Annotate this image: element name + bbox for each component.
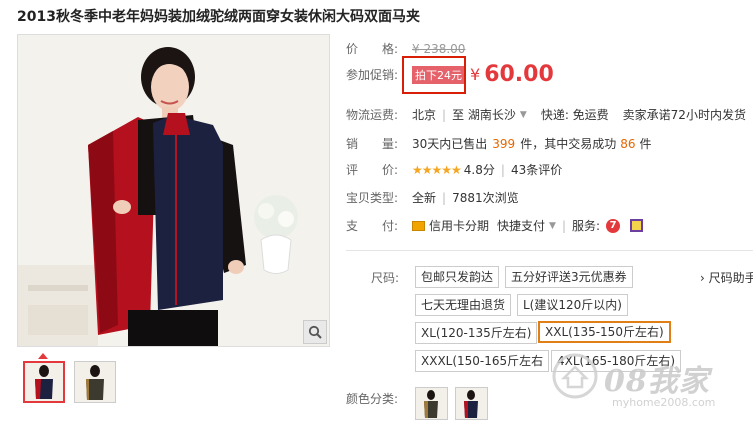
sales-middle: 件，其中交易成功: [520, 137, 617, 151]
watermark-url: myhome2008.com: [612, 396, 716, 409]
promo-price: 60.00: [484, 62, 554, 87]
guarantee-icon[interactable]: [630, 219, 644, 232]
item-condition: 全新: [412, 191, 437, 205]
item-views: 7881次浏览: [452, 191, 519, 205]
item-type-label: 宝贝类型:: [346, 191, 399, 205]
logistics-shipping: 快递: 免运费: [540, 108, 609, 122]
sales-row: 销 量: 30天内已售出 399 件，其中交易成功 86 件: [346, 135, 652, 152]
color-swatch-1[interactable]: [415, 387, 448, 420]
logistics-row: 物流运费: 北京 | 至 湖南长沙 ▼ 快递: 免运费 卖家承诺72小时内发货: [346, 106, 746, 123]
chevron-down-icon[interactable]: ▼: [549, 221, 556, 231]
color-label: 颜色分类:: [346, 392, 399, 406]
price-label: 价 格:: [346, 42, 399, 56]
promo-currency: ¥: [470, 65, 481, 84]
promo-highlight-box: [402, 56, 466, 94]
credit-card-icon: [412, 220, 425, 231]
price-row: 价 格: ¥ 238.00: [346, 40, 465, 57]
payment-label: 支 付:: [346, 219, 399, 233]
color-swatch-2[interactable]: [455, 387, 488, 420]
separator: |: [442, 190, 447, 205]
thumbnail-1[interactable]: [23, 361, 65, 403]
logistics-label: 物流运费:: [346, 108, 399, 122]
thumbnail-2[interactable]: [74, 361, 116, 403]
size-option[interactable]: 包邮只发韵达: [415, 266, 500, 288]
size-label: 尺码:: [371, 271, 400, 285]
separator: |: [442, 107, 447, 122]
size-option[interactable]: 七天无理由退货: [415, 294, 512, 316]
divider: [346, 250, 753, 251]
size-option[interactable]: 五分好评送3元优惠券: [505, 266, 633, 288]
sales-success-count: 86: [620, 136, 636, 151]
payment-row: 支 付: 信用卡分期 快捷支付 ▼ | 服务: 7: [346, 217, 644, 234]
watermark-brand: 08我家: [604, 364, 710, 399]
size-option-selected[interactable]: XXL(135-150斤左右): [538, 321, 671, 343]
logistics-origin: 北京: [412, 108, 437, 122]
star-rating-icon: ★★★★★: [412, 162, 462, 177]
sales-prefix: 30天内已售出: [412, 137, 488, 151]
payment-credit[interactable]: 信用卡分期: [429, 217, 489, 234]
rating-score: 4.8分: [463, 163, 495, 177]
size-option[interactable]: XL(120-135斤左右): [415, 322, 538, 344]
sales-suffix: 件: [639, 137, 652, 151]
product-title: 2013秋冬季中老年妈妈装加绒驼绒两面穿女装休闲大码双面马夹: [17, 9, 420, 25]
logistics-destination[interactable]: 至 湖南长沙: [452, 106, 516, 123]
rating-row: 评 价: ★★★★★ 4.8分 | 43条评价: [346, 161, 562, 178]
service-label: 服务:: [572, 219, 601, 233]
size-helper-link[interactable]: › 尺码助手: [700, 269, 753, 286]
seven-day-return-icon[interactable]: 7: [606, 218, 621, 233]
thumbnail-pointer-icon: [38, 353, 48, 359]
zoom-icon[interactable]: [303, 320, 327, 344]
item-type-row: 宝贝类型: 全新 | 7881次浏览: [346, 189, 519, 206]
separator: |: [500, 162, 505, 177]
main-product-image[interactable]: [17, 34, 330, 347]
original-price: ¥ 238.00: [412, 41, 466, 56]
chevron-down-icon[interactable]: ▼: [520, 110, 527, 120]
size-option[interactable]: XXXL(150-165斤左右: [415, 350, 550, 372]
rating-count[interactable]: 43条评价: [511, 161, 562, 178]
logistics-promise: 卖家承诺72小时内发货: [622, 108, 746, 122]
payment-quick[interactable]: 快捷支付: [497, 217, 545, 234]
sales-sold-count: 399: [492, 136, 516, 151]
size-option[interactable]: L(建议120斤以内): [517, 294, 628, 316]
separator: |: [561, 218, 566, 233]
rating-label: 评 价:: [346, 163, 399, 177]
sales-label: 销 量:: [346, 137, 399, 151]
